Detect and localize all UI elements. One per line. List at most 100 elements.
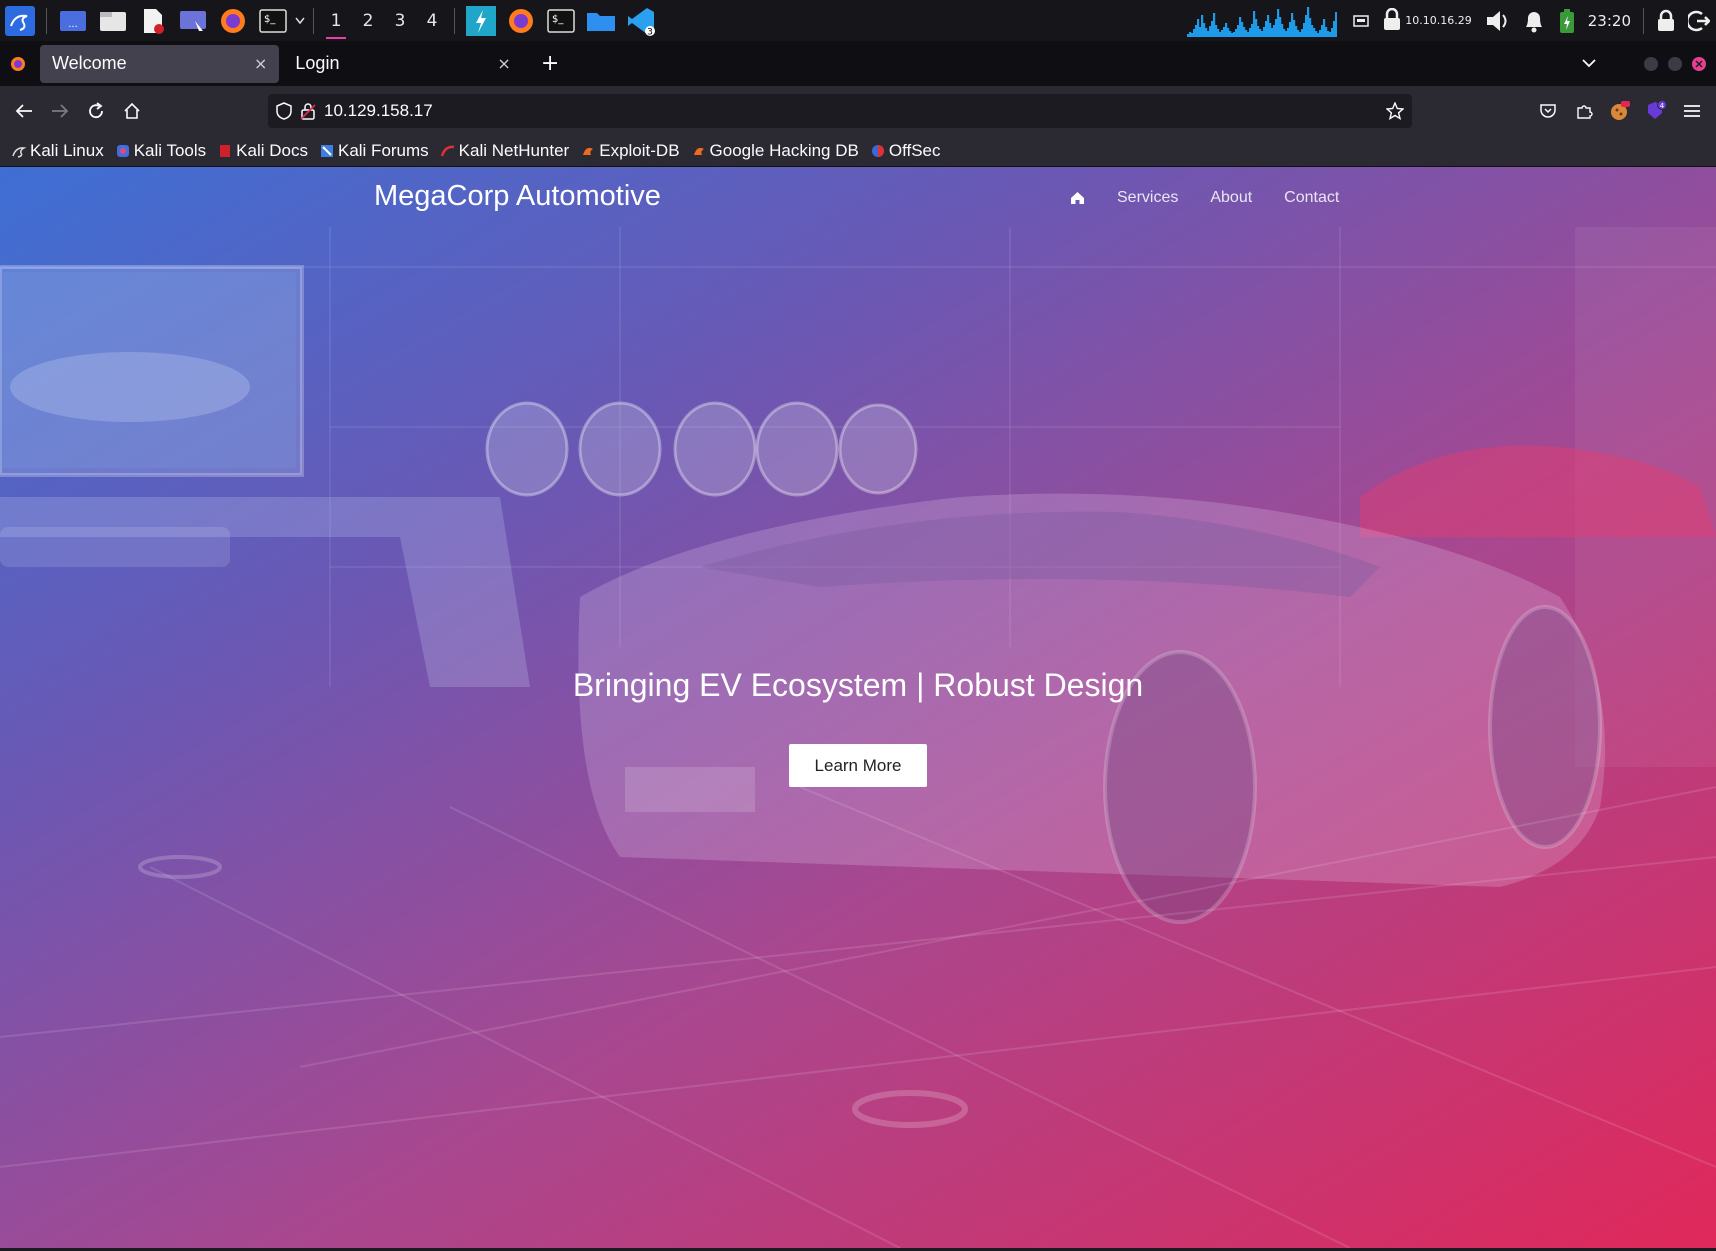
network-monitor-icon[interactable] [1353,13,1370,29]
svg-text:...: ... [68,19,78,30]
tab-close-icon[interactable]: × [254,54,267,73]
site-brand-logo[interactable]: MegaCorp Automotive [374,180,661,213]
file-manager-icon[interactable] [97,6,129,36]
bookmark-kali-docs[interactable]: Kali Docs [218,141,308,161]
system-tray: 10.10.16.29 23:20 [1187,0,1716,41]
firefox-launcher-icon[interactable] [217,6,249,36]
workspace-1[interactable]: 1 [320,0,352,41]
logout-icon[interactable] [1688,10,1710,32]
panel-separator [313,7,314,34]
ghdb-icon [692,144,706,158]
bookmark-kali-forums[interactable]: Kali Forums [320,141,429,161]
bookmark-label: Exploit-DB [599,141,680,160]
bookmark-label: Kali Linux [30,141,104,160]
pocket-icon[interactable] [1530,93,1566,129]
firefox-task-icon[interactable] [505,6,537,36]
minimize-window-button[interactable] [1644,56,1658,71]
window-controls [1634,56,1706,71]
terminal-task-icon[interactable]: $_ [545,6,577,36]
bookmark-offsec[interactable]: OffSec [871,141,941,161]
workspace-2[interactable]: 2 [352,0,384,41]
kali-forums-icon [320,144,334,158]
bookmark-star-icon[interactable] [1386,102,1404,120]
site-navigation: Services About Contact [1070,189,1371,207]
panel-separator [454,7,455,34]
exploit-db-icon [581,144,595,158]
panel-separator [46,7,47,34]
bookmark-label: Kali Forums [337,141,429,160]
bookmark-exploit-db[interactable]: Exploit-DB [581,141,680,161]
extensions-puzzle-icon[interactable] [1566,93,1602,129]
tab-close-icon[interactable]: × [497,54,510,73]
list-all-tabs-icon[interactable] [1582,56,1596,72]
firefox-view-icon[interactable] [0,56,36,72]
nav-link-services[interactable]: Services [1117,189,1178,207]
home-icon[interactable] [114,93,150,129]
workspace-3[interactable]: 3 [384,0,416,41]
text-editor-icon[interactable] [137,6,169,36]
reload-icon[interactable] [78,93,114,129]
bookmark-kali-linux[interactable]: Kali Linux [12,141,104,161]
vscode-task-icon[interactable]: 3 [625,6,657,36]
bookmark-google-hacking-db[interactable]: Google Hacking DB [692,141,859,161]
workspace-4[interactable]: 4 [416,0,448,41]
kali-dragon-icon [12,144,26,158]
bookmark-label: OffSec [888,141,941,160]
kali-docs-icon [218,144,232,158]
bookmark-kali-tools[interactable]: Kali Tools [116,141,206,161]
vpn-lock-icon[interactable]: 10.10.16.29 [1381,7,1472,34]
hamburger-menu-icon[interactable] [1674,93,1710,129]
kali-menu-icon[interactable] [4,5,36,36]
folder-task-icon[interactable] [585,6,617,36]
chevron-down-icon[interactable] [293,6,307,36]
svg-text:3: 3 [647,27,653,36]
forward-arrow-icon[interactable] [42,93,78,129]
system-panel: ... $_ 1 2 3 4 $_ 3 10.10.16.29 23:20 [0,0,1716,41]
cookie-editor-icon[interactable] [1602,93,1638,129]
bookmark-label: Kali Docs [236,141,308,160]
cpu-monitor-graph [1187,6,1338,37]
screenshot-tool-icon[interactable] [177,6,209,36]
bookmark-label: Google Hacking DB [709,141,859,160]
panel-separator [1643,7,1644,34]
tab-login[interactable]: Login × [283,45,522,83]
nav-link-about[interactable]: About [1210,189,1252,207]
tab-welcome[interactable]: Welcome × [40,44,280,83]
web-page: MegaCorp Automotive Services About Conta… [0,167,1716,1248]
learn-more-button[interactable]: Learn More [789,744,927,787]
url-text[interactable]: 10.129.158.17 [324,101,433,121]
hero-heading: Bringing EV Ecosystem | Robust Design [572,667,1144,703]
kali-tools-icon [116,144,130,158]
home-nav-icon[interactable] [1070,191,1085,205]
bookmark-label: Kali NetHunter [458,141,570,160]
toolbar-extensions: 4 [1530,93,1710,129]
show-desktop-icon[interactable]: ... [57,6,89,36]
burp-task-icon[interactable] [465,5,497,36]
tab-title: Login [295,53,340,73]
browser-tab-strip: Welcome × Login × + [0,41,1716,86]
panel-clock[interactable]: 23:20 [1588,12,1631,30]
new-tab-button[interactable]: + [541,51,559,76]
volume-icon[interactable] [1484,8,1510,34]
bookmarks-toolbar: Kali Linux Kali Tools Kali Docs Kali For… [0,136,1716,167]
svg-text:$_: $_ [264,14,276,25]
foxyproxy-icon[interactable]: 4 [1638,93,1674,129]
hero-background-showroom-image [0,227,1716,1248]
vpn-ip-address: 10.10.16.29 [1405,14,1472,27]
svg-text:4: 4 [1660,102,1665,110]
notifications-bell-icon[interactable] [1522,8,1546,34]
battery-icon[interactable] [1558,8,1576,34]
bookmark-label: Kali Tools [133,141,207,160]
terminal-launcher-icon[interactable]: $_ [257,6,289,36]
nav-link-contact[interactable]: Contact [1284,189,1339,207]
lock-screen-icon[interactable] [1656,9,1676,33]
tracking-protection-shield-icon[interactable] [276,102,292,120]
insecure-lock-icon[interactable] [300,102,316,120]
bookmark-kali-nethunter[interactable]: Kali NetHunter [440,141,570,161]
close-window-button[interactable] [1692,56,1706,71]
maximize-window-button[interactable] [1668,56,1682,71]
svg-text:$_: $_ [552,14,564,25]
nethunter-icon [440,144,455,158]
url-bar[interactable]: 10.129.158.17 [268,94,1412,128]
back-arrow-icon[interactable] [6,93,42,129]
